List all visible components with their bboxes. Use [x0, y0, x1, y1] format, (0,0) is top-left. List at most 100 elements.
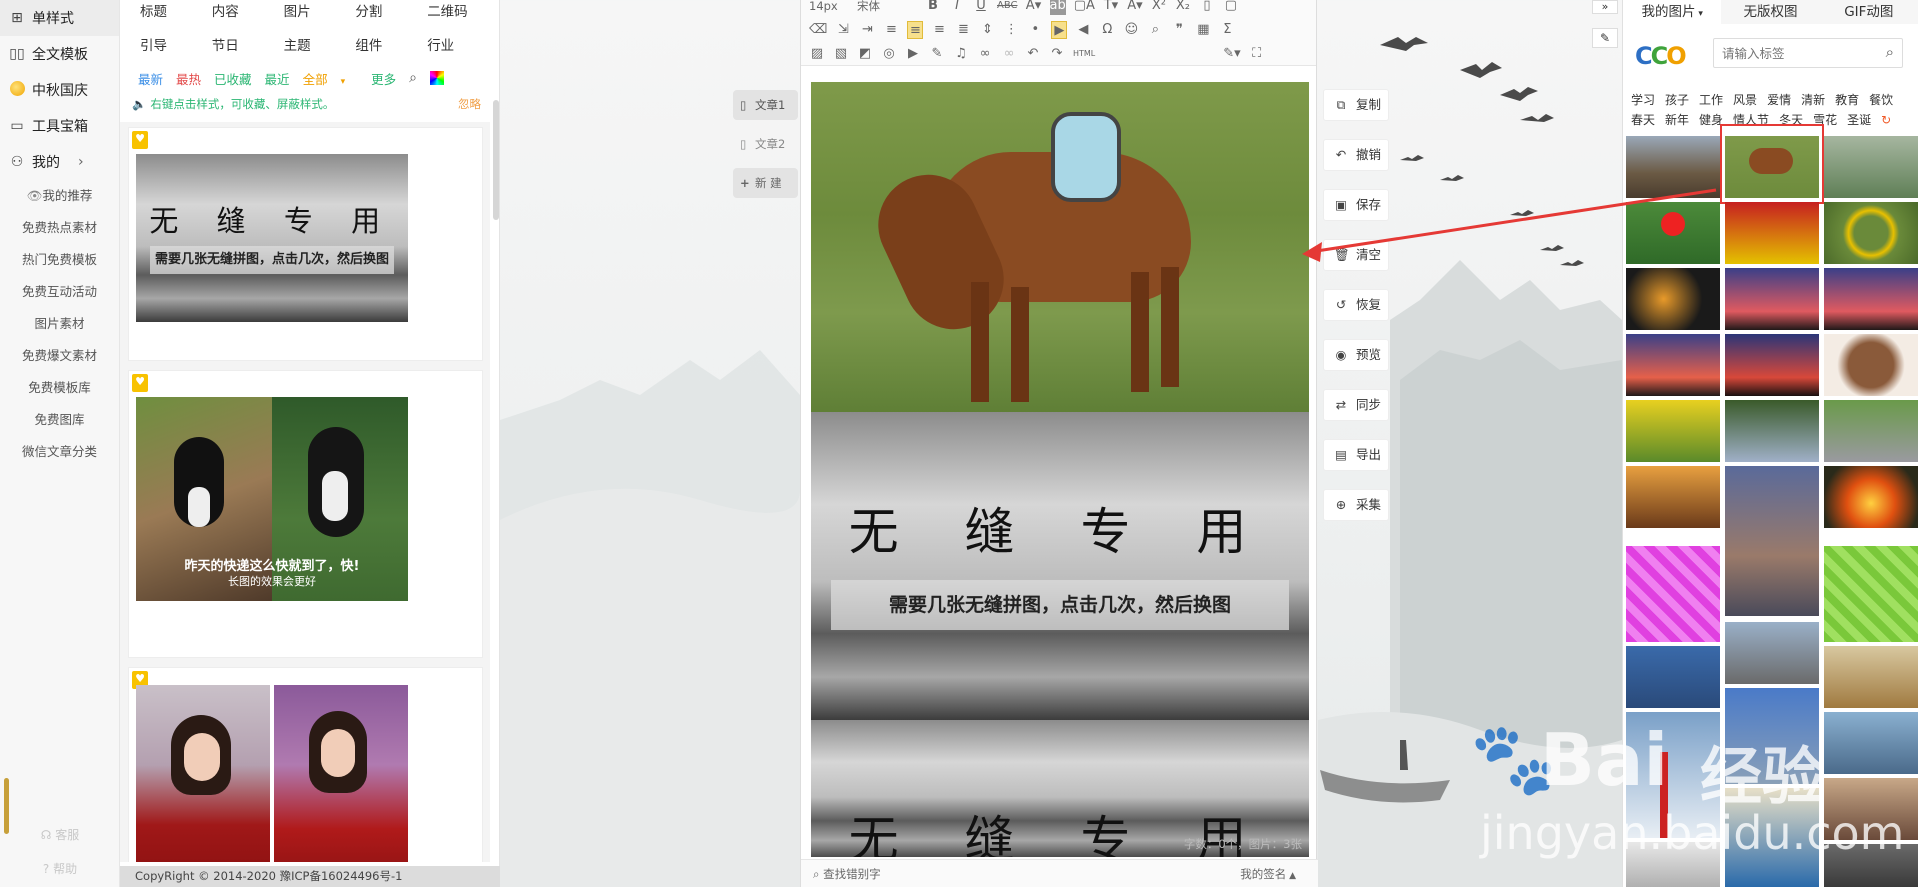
style-list-scrollbar[interactable] [493, 100, 499, 220]
multi-image-icon[interactable]: ▧ [833, 45, 849, 63]
bold-icon[interactable]: B [925, 0, 941, 15]
copy-button[interactable]: ⧉ 复制 [1323, 89, 1389, 121]
keyword-tag[interactable]: 清新 [1801, 90, 1825, 110]
keyword-tag[interactable]: 孩子 [1665, 90, 1689, 110]
category-industry[interactable]: 行业 [427, 34, 499, 54]
keyword-tag[interactable]: 学习 [1631, 90, 1655, 110]
keyword-tag[interactable]: 工作 [1699, 90, 1723, 110]
paragraph-ltr-icon[interactable]: ▶ [1051, 21, 1068, 39]
list-bullet-icon[interactable]: • [1027, 21, 1043, 39]
nav-mid-autumn[interactable]: 中秋国庆 [0, 72, 119, 108]
eraser-icon[interactable]: ⌫ [809, 21, 827, 39]
image-thumb-pink-pattern[interactable] [1626, 546, 1720, 642]
new-doc-button[interactable]: + 新 建 [733, 168, 798, 198]
search-icon[interactable]: ⌕ [1886, 43, 1894, 61]
format-painter-icon[interactable]: ⇲ [835, 21, 851, 39]
magic-wand-button[interactable]: ✎ [1592, 28, 1618, 48]
font-color-icon[interactable]: A▾ [1026, 0, 1042, 15]
filter-newest[interactable]: 最新 [138, 69, 163, 88]
preview-button[interactable]: ◉ 预览 [1323, 339, 1389, 371]
category-qrcode[interactable]: 二维码 [427, 0, 499, 20]
image-thumb-desert[interactable] [1824, 646, 1918, 708]
category-image[interactable]: 图片 [284, 0, 356, 20]
category-festival[interactable]: 节日 [212, 34, 284, 54]
undo-button[interactable]: ↶ 撤销 [1323, 139, 1389, 171]
image-thumb-sunset-2[interactable] [1824, 268, 1918, 330]
list-ordered-icon[interactable]: ⋮ [1003, 21, 1019, 39]
category-component[interactable]: 组件 [355, 34, 427, 54]
nav-free-gallery[interactable]: 免费图库 [0, 404, 119, 436]
redo-icon[interactable]: ↷ [1049, 45, 1065, 63]
image-thumb-flowerpot[interactable] [1626, 202, 1720, 264]
quote-icon[interactable]: ❞ [1171, 21, 1187, 39]
doc-tab-2[interactable]: ▯ 文章2 [733, 129, 798, 159]
find-typo-button[interactable]: ⌕ 查找错别字 [813, 867, 881, 881]
keyword-tag[interactable]: 爱情 [1767, 90, 1791, 110]
filter-hottest[interactable]: 最热 [176, 69, 201, 88]
category-guide[interactable]: 引导 [140, 34, 212, 54]
ignore-link[interactable]: 忽略 [458, 96, 481, 112]
underline-icon[interactable]: U [973, 0, 989, 15]
image-thumb-green-pattern[interactable] [1824, 546, 1918, 642]
image-thumb-dinosaur[interactable] [1725, 466, 1819, 616]
image-thumb-garden[interactable] [1824, 136, 1918, 198]
filter-recent[interactable]: 最近 [265, 69, 290, 88]
text-effect-icon[interactable]: T▾ [1103, 0, 1119, 15]
music-icon[interactable]: ♫ [953, 45, 969, 63]
nav-full-template[interactable]: ▯▯ 全文模板 [0, 36, 119, 72]
help-link[interactable]: ? 帮助 [0, 860, 120, 877]
nav-image-material[interactable]: 图片素材 [0, 308, 119, 340]
export-button[interactable]: ▤ 导出 [1323, 439, 1389, 471]
signature-button[interactable]: 我的签名 ▲ [1240, 860, 1296, 887]
html-source-icon[interactable]: HTML [1073, 45, 1095, 63]
tab-copyright-free[interactable]: 无版权图 [1721, 0, 1819, 24]
image-thumb-sunset-3[interactable] [1626, 334, 1720, 396]
line-height-icon[interactable]: ⇕ [979, 21, 995, 39]
font-size-select[interactable]: 14px [809, 0, 849, 15]
search-icon[interactable]: ⌕ [409, 70, 417, 86]
image-thumb-orange-flowers[interactable] [1626, 268, 1720, 330]
image-thumb-sign[interactable] [1626, 842, 1720, 887]
brush-icon[interactable]: ✎ [929, 45, 945, 63]
filter-all-dropdown[interactable]: 全部 ▾ [303, 69, 359, 88]
tab-gif[interactable]: GIF动图 [1820, 0, 1918, 24]
tag-search-input[interactable] [1714, 39, 1864, 67]
nav-single-style[interactable]: ⊞ 单样式 [0, 0, 119, 36]
video-icon[interactable]: ▶ [905, 45, 921, 63]
save-button[interactable]: ▣ 保存 [1323, 189, 1389, 221]
subscript-icon[interactable]: X₂ [1175, 0, 1191, 15]
italic-icon[interactable]: I [949, 0, 965, 15]
image-thumb-sunset-4[interactable] [1725, 334, 1819, 396]
map-icon[interactable]: ◎ [881, 45, 897, 63]
indent-icon[interactable]: ⇥ [859, 21, 875, 39]
align-left-icon[interactable]: ≡ [883, 21, 899, 39]
image-thumb-sunset-1[interactable] [1725, 268, 1819, 330]
strikethrough-icon[interactable]: ABC [997, 0, 1018, 15]
nav-toolbox[interactable]: ▭ 工具宝箱 [0, 108, 119, 144]
style-card-portraits[interactable]: ♥ [128, 667, 483, 862]
align-justify-icon[interactable]: ≣ [955, 21, 971, 39]
nav-interactive[interactable]: 免费互动活动 [0, 276, 119, 308]
image-thumb-daffodils[interactable] [1626, 400, 1720, 462]
image-thumb-yellow-flowers[interactable] [1725, 202, 1819, 264]
keyword-tag[interactable]: 新年 [1665, 110, 1689, 130]
keyword-tag[interactable]: 风景 [1733, 90, 1757, 110]
filter-favorited[interactable]: 已收藏 [214, 69, 252, 88]
image-thumb-pigeon[interactable] [1824, 400, 1918, 462]
sum-icon[interactable]: Σ [1219, 21, 1235, 39]
image-thumb-tower[interactable] [1725, 688, 1819, 784]
document-props-icon[interactable]: ▯ [1199, 0, 1215, 15]
nav-template-lib[interactable]: 免费模板库 [0, 372, 119, 404]
collect-button[interactable]: ⊕ 采集 [1323, 489, 1389, 521]
keyword-tag[interactable]: 餐饮 [1869, 90, 1893, 110]
nav-mine[interactable]: ⚇ 我的 › [0, 144, 119, 180]
doc-tab-1[interactable]: ▯ 文章1 [733, 90, 798, 120]
category-content[interactable]: 内容 [212, 0, 284, 20]
superscript-icon[interactable]: X² [1151, 0, 1167, 15]
undo-icon[interactable]: ↶ [1025, 45, 1041, 63]
paragraph-rtl-icon[interactable]: ◀ [1075, 21, 1091, 39]
image-thumb-street[interactable] [1824, 778, 1918, 840]
category-title[interactable]: 标题 [140, 0, 212, 20]
collapse-panel-button[interactable]: » [1592, 0, 1618, 14]
category-theme[interactable]: 主题 [284, 34, 356, 54]
